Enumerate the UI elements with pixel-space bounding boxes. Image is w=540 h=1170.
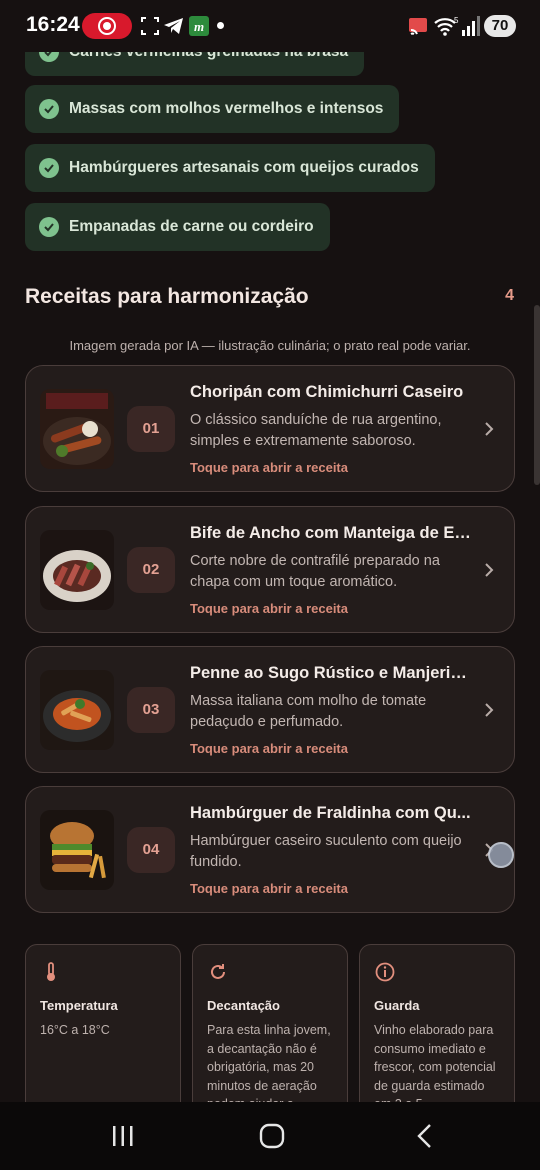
info-body: 16°C a 18°C [40,1023,110,1037]
recipe-image [40,530,114,610]
chevron-right-icon [485,422,494,436]
recipe-card[interactable]: 03 Penne ao Sugo Rústico e Manjeric... M… [25,646,515,773]
pairing-chip: Hambúrgueres artesanais com queijos cura… [25,144,435,192]
refresh-icon [211,964,225,979]
recipe-image [40,810,114,890]
recipe-image [40,670,114,750]
status-time: 16:24 [26,13,80,36]
touch-indicator [488,842,514,868]
recipe-number: 02 [127,547,175,593]
telegram-icon [164,18,183,34]
cast-icon [409,18,427,35]
svg-text:m: m [194,19,204,34]
info-tile-storage: Guarda Vinho elaborado para consumo imed… [359,944,515,1124]
mercado-icon: m [189,16,209,36]
recipe-description: Hambúrguer caseiro suculento com queijo … [190,833,462,870]
signal-icon [462,16,480,36]
chevron-right-icon [485,703,494,717]
info-body: Vinho elaborado para consumo imediato e … [374,1023,496,1111]
check-icon [39,158,59,178]
system-nav-bar [0,1102,540,1170]
chevron-right-icon [485,563,494,577]
svg-text:5: 5 [454,16,459,25]
open-recipe-link[interactable]: Toque para abrir a receita [190,601,348,616]
info-title: Guarda [374,998,420,1013]
screen-record-icon[interactable] [82,13,132,39]
thermometer-icon [47,962,55,981]
open-recipe-link[interactable]: Toque para abrir a receita [190,881,348,896]
info-title: Temperatura [40,998,118,1013]
recipe-title: Hambúrguer de Fraldinha com Qu... [190,804,471,822]
info-icon [375,962,395,982]
wifi-icon: 5 [434,16,459,36]
recipe-title: Penne ao Sugo Rústico e Manjeric... [190,664,472,682]
pairing-chip: Empanadas de carne ou cordeiro [25,203,330,251]
back-button[interactable] [412,1122,438,1150]
open-recipe-link[interactable]: Toque para abrir a receita [190,460,348,475]
chip-label: Massas com molhos vermelhos e intensos [69,100,384,117]
screenshot-icon [141,17,159,35]
info-body: Para esta linha jovem, a decantação não … [207,1023,331,1111]
recipe-number: 04 [127,827,175,873]
info-tile-decantation: Decantação Para esta linha jovem, a deca… [192,944,348,1124]
notification-dot [217,22,224,29]
section-title: Receitas para harmonização [25,285,309,308]
check-icon [39,99,59,119]
recipe-image [40,389,114,469]
recipe-count: 4 [505,287,514,304]
info-title: Decantação [207,998,280,1013]
status-bar: 16:24 m 5 70 [0,0,540,52]
check-icon [39,217,59,237]
recent-apps-button[interactable] [110,1122,136,1150]
recipe-number: 01 [127,406,175,452]
recipe-title: Choripán com Chimichurri Caseiro [190,383,464,401]
info-tile-temperature: Temperatura 16°C a 18°C [25,944,181,1124]
recipe-title: Bife de Ancho com Manteiga de Er... [190,524,472,542]
recipe-card[interactable]: 04 Hambúrguer de Fraldinha com Qu... Ham… [25,786,515,913]
ai-image-note: Imagem gerada por IA — ilustração culiná… [69,338,471,353]
chip-label: Empanadas de carne ou cordeiro [69,218,314,235]
open-recipe-link[interactable]: Toque para abrir a receita [190,741,348,756]
pairing-chip: Massas com molhos vermelhos e intensos [25,85,400,133]
recipe-description: Corte nobre de contrafilé preparado na c… [190,553,440,590]
recipe-description: Massa italiana com molho de tomate pedaç… [190,693,427,730]
recipe-card[interactable]: 01 Choripán com Chimichurri Caseiro O cl… [25,365,515,492]
recipe-description: O clássico sanduíche de rua argentino, s… [190,412,442,449]
battery-indicator: 70 [484,15,516,37]
chip-label: Hambúrgueres artesanais com queijos cura… [69,159,419,176]
recipe-card[interactable]: 02 Bife de Ancho com Manteiga de Er... C… [25,506,515,633]
home-button[interactable] [258,1122,286,1150]
scrollbar[interactable] [534,305,540,485]
recipe-number: 03 [127,687,175,733]
